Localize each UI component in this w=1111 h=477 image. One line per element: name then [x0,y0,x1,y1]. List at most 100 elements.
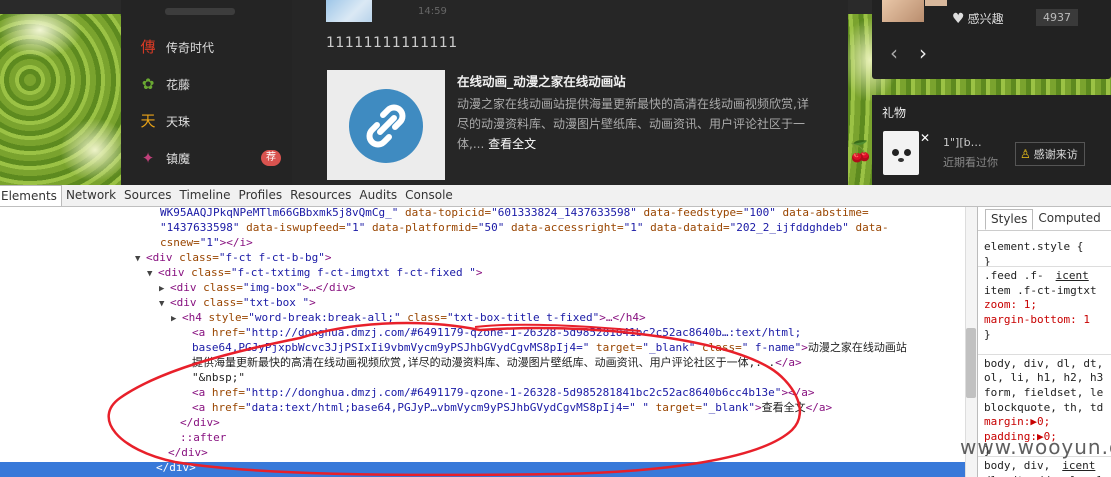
dom-token: ::after [180,431,227,444]
close-icon[interactable]: ✕ [920,132,930,144]
dom-node-line[interactable]: base64,PGJyPjxpbWcvc3JjPSIxIi9vbmVycm9yP… [0,340,965,355]
dom-token: <div [146,251,180,264]
interest-button[interactable]: ♥ 感兴趣 [952,10,1004,27]
dom-node-line[interactable]: <a href="http://donghua.dmzj.com/#649117… [0,385,965,400]
dom-token: "_blank" [642,341,696,354]
dom-token: ></i> [219,236,253,249]
devtools-tab-resources[interactable]: Resources [286,185,355,206]
post-text: 11111111111111 [326,35,458,51]
nav-item[interactable]: 傳传奇时代 [121,31,292,63]
dom-node-line[interactable]: csnew="1"></i> [0,235,965,250]
dom-node-line[interactable]: ▼ <div class="txt-box "> [0,295,965,310]
post-image[interactable] [326,0,372,22]
styles-tab-eve[interactable]: Eve [1106,209,1111,230]
dom-token: > [309,296,316,309]
dom-token: <a [192,386,212,399]
style-rule-line[interactable]: .feed .f-icent [984,268,1089,283]
styles-tab-styles[interactable]: Styles [985,209,1034,230]
style-rule-text: form, fieldset, le [984,386,1104,399]
style-rule-line[interactable]: item .f-ct-imgtxt [984,283,1097,298]
devtools-tab-network[interactable]: Network [62,185,120,206]
zhenmo-game-icon: ✦ [141,149,155,167]
style-rule-line[interactable]: margin-bottom: 1 [984,312,1090,327]
avatar-nose [898,158,904,162]
style-rule-text: ol, li, h1, h2, h3 [984,371,1104,385]
next-arrow-icon[interactable]: › [919,43,927,63]
devtools-tabbar: Elements Network Sources Timeline Profiles Re… [0,185,1111,207]
dom-node-line[interactable]: 提供海量更新最快的高清在线动画视频欣赏,详尽的动漫资料库、动漫图片壁纸库、动画资… [0,355,965,370]
nav-item-label: 花藤 [166,77,191,92]
visitor-avatar-small[interactable] [925,0,947,6]
dom-node-line[interactable]: ▶ <div class="img-box">…</div> [0,280,965,295]
nav-item-ghost [165,8,235,15]
style-rule-line[interactable]: element.style { [984,239,1083,254]
style-rule-text: .feed .f- [984,269,1044,283]
dom-node-line[interactable]: <a href="http://donghua.dmzj.com/#649117… [0,325,965,340]
thank-visit-button[interactable]: ♙ 感谢来访 [1015,142,1085,166]
devtools-tab-timeline[interactable]: Timeline [176,185,235,206]
dom-token: target= [648,401,702,414]
elements-tree[interactable]: WK95AAQJPkqNPeMTlm66GBbxmk5j8vQmCg_" dat… [0,207,977,477]
style-rule-line[interactable]: form, fieldset, le [984,385,1103,400]
screenshot-root: ★ 傳传奇时代✿花藤天天珠✦镇魔荐 14:59 11111111111111 [0,0,1111,477]
devtools-tab-profiles[interactable]: Profiles [235,185,287,206]
devtools-tab-sources[interactable]: Sources [120,185,175,206]
dom-node-line[interactable]: </div> [0,415,965,430]
read-more-link[interactable]: 查看全文 [488,137,536,151]
style-rule-line[interactable]: ol, li, h1, h2, h3 [984,370,1103,385]
avatar-eye [892,149,899,156]
dom-node-line[interactable]: ▼ <div class="f-ct-txtimg f-ct-imgtxt f-c… [0,265,965,280]
devtools-tab-audits[interactable]: Audits [355,185,401,206]
style-rule-line[interactable]: body, div, icent [984,458,1095,473]
styles-tab-computed[interactable]: Computed [1033,209,1105,230]
devtools-tab-elements[interactable]: Elements [0,185,62,206]
gift-sender-name[interactable]: 1"][b… [943,136,982,149]
dom-token: href= [211,386,245,399]
dom-token: ></a> [781,386,815,399]
dom-token: "word-break:break-all;" [248,311,401,324]
devtools-tab-console[interactable]: Console [401,185,457,206]
dom-node-line[interactable]: </div> [0,460,965,475]
dom-token: data- [848,221,889,234]
gift-sender-avatar[interactable] [883,131,919,175]
right-panel: ♥ 感兴趣 4937 ‹ › 礼物 ✕ 1"][b… 近期看过你 ♙ 感谢来访 [872,0,1111,185]
dom-token: >…</h4> [599,311,646,324]
dom-token: " [635,401,649,414]
dom-node-line[interactable]: WK95AAQJPkqNPeMTlm66GBbxmk5j8vQmCg_" dat… [0,207,965,220]
dom-token: </div> [180,416,220,429]
scrollbar-thumb[interactable] [966,328,976,398]
dom-node-line[interactable]: </div> [0,445,965,460]
styles-tabbar: StylesComputedEve [978,209,1111,231]
dom-node-line[interactable]: "1437633598" data-iswupfeed="1" data-pla… [0,220,965,235]
style-rule-text: item .f-ct-imgtxt [984,283,1097,297]
link-thumbnail[interactable] [327,70,445,180]
left-nav: 傳传奇时代 ✿ 花藤天天珠 ✦ 镇魔 荐 [121,0,292,185]
style-rule-line[interactable]: body, div, dl, dt, [984,356,1103,371]
visitor-avatar[interactable] [882,0,924,22]
style-rule-line[interactable]: zoom: 1; [984,297,1037,312]
dom-token: href= [211,326,245,339]
dom-token: class= [191,266,231,279]
dom-node-line[interactable]: ::after [0,430,965,445]
dom-token: "50" [477,221,505,234]
shared-link-card[interactable]: 在线动画_动漫之家在线动画站 动漫之家在线动画站提供海量更新最快的高清在线动画视… [327,70,819,185]
style-rule-line[interactable]: margin:▶0; [984,414,1050,429]
style-rule-line[interactable]: } [984,327,991,342]
dom-node-line[interactable]: ▶ <h4 style="word-break:break-all;" class… [0,310,965,325]
link-title[interactable]: 在线动画_动漫之家在线动画站 [457,71,626,90]
style-source-link[interactable]: icent [1056,269,1089,282]
qzone-page: ★ 傳传奇时代✿花藤天天珠✦镇魔荐 14:59 11111111111111 [0,0,1111,185]
style-rule-line[interactable]: blockquote, th, td [984,400,1103,415]
nav-item[interactable]: 天天珠 [121,105,292,137]
style-rule-line[interactable]: dl, dt, dd, ul, ol [984,473,1103,477]
dom-node-line[interactable]: "&nbsp;" [0,370,965,385]
dom-node-line[interactable]: <a href="data:text/html;base64,PGJyP…vbm… [0,400,965,415]
prev-arrow-icon[interactable]: ‹ [890,43,898,63]
style-rule-text: margin:▶0; [984,415,1051,429]
dom-token: </a> [805,401,833,414]
dom-node-line[interactable]: ▼ <div class="f-ct f-ct-b-bg"> [0,250,965,265]
dom-token: base64,PGJyPjxpbWcvc3JjPSIxIi9vbmVycm9yP… [192,341,590,354]
style-source-link[interactable]: icent [1062,459,1095,472]
nav-item[interactable]: ✦ 镇魔 荐 [121,142,292,174]
nav-item[interactable]: ✿ 花藤 [121,68,292,100]
